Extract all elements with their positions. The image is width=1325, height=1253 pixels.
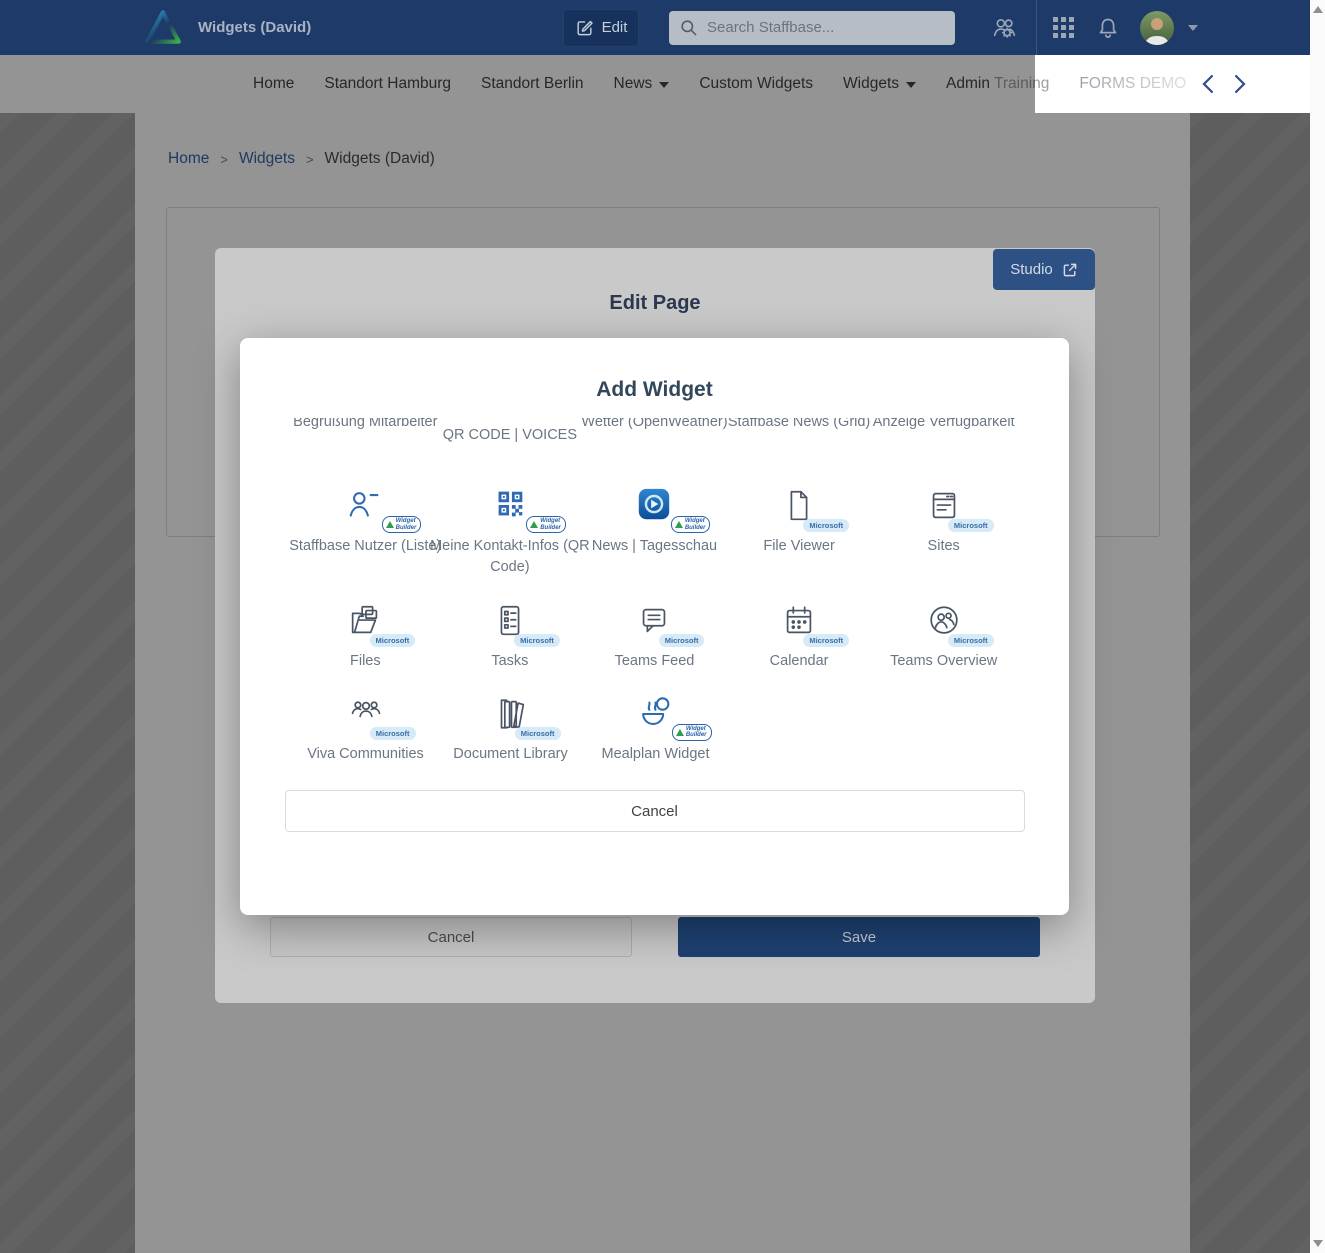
widget-item-viva-communities[interactable]: MicrosoftViva Communities xyxy=(293,694,438,765)
microsoft-badge: Microsoft xyxy=(370,727,416,740)
widget-item-document-library[interactable]: MicrosoftDocument Library xyxy=(438,694,583,765)
microsoft-badge: Microsoft xyxy=(514,634,560,647)
notifications-bell-icon[interactable] xyxy=(1096,16,1120,40)
document-library-icon: Microsoft xyxy=(473,694,549,742)
microsoft-badge: Microsoft xyxy=(659,634,705,647)
widget-label: Staffbase News (Grid) xyxy=(718,418,881,433)
widget-label: Files xyxy=(284,651,447,672)
staffbase-logo-icon xyxy=(140,7,186,49)
widget-item-calendar[interactable]: MicrosoftCalendar xyxy=(727,601,872,672)
add-widget-cancel-button[interactable]: Cancel xyxy=(285,790,1025,832)
widget-label: Anzeige Verfügbarkeit xyxy=(862,418,1016,433)
clipped-widget-row: WidgetBuilderBegrüßung MitarbeiterWidget… xyxy=(293,418,1016,458)
avatar[interactable] xyxy=(1140,11,1174,45)
edit-page-cancel-button[interactable]: Cancel xyxy=(270,917,632,957)
caret-down-icon[interactable] xyxy=(1188,25,1198,31)
qr-code-icon: WidgetBuilder xyxy=(472,486,548,534)
widget-item-tagesschau[interactable]: WidgetBuilderNews | Tagesschau xyxy=(582,486,727,577)
screen: Home>Widgets>Widgets (David) Widgets (Da… xyxy=(0,0,1325,1253)
mealplan-icon: WidgetBuilder xyxy=(618,694,694,742)
microsoft-badge: Microsoft xyxy=(948,634,994,647)
pencil-square-icon xyxy=(575,18,594,37)
search-input[interactable] xyxy=(707,19,937,36)
external-link-icon xyxy=(1062,262,1078,278)
widget-label: News | Tagesschau xyxy=(573,536,736,557)
widget-item-qr-code[interactable]: WidgetBuilderMeine Kontakt-Infos (QR Cod… xyxy=(438,486,583,577)
widget-label: Wetter (OpenWeather) xyxy=(573,418,736,433)
widget-builder-badge: WidgetBuilder xyxy=(526,516,566,533)
widget-label: Viva Communities xyxy=(284,744,447,765)
microsoft-badge: Microsoft xyxy=(370,634,416,647)
teams-feed-icon: Microsoft xyxy=(616,601,692,649)
calendar-icon: Microsoft xyxy=(761,601,837,649)
search-icon xyxy=(679,18,698,37)
widget-label: QR CODE | VOICES xyxy=(429,418,592,446)
widget-label: Document Library xyxy=(429,744,592,765)
widget-label: File Viewer xyxy=(718,536,881,557)
microsoft-badge: Microsoft xyxy=(803,634,849,647)
edit-button[interactable]: Edit xyxy=(563,9,639,47)
widget-item-teams-feed[interactable]: MicrosoftTeams Feed xyxy=(582,601,727,672)
tagesschau-icon: WidgetBuilder xyxy=(616,486,692,534)
files-icon: Microsoft xyxy=(327,601,403,649)
nav-item-forms-demo[interactable]: FORMS DEMO xyxy=(1079,75,1186,93)
widget-item-files[interactable]: MicrosoftFiles xyxy=(293,601,438,672)
widget-builder-badge: WidgetBuilder xyxy=(382,516,422,533)
widget-label: Calendar xyxy=(718,651,881,672)
widget-item-news-grid[interactable]: WidgetBuilderStaffbase News (Grid) xyxy=(727,418,872,446)
widget-item-file-viewer[interactable]: MicrosoftFile Viewer xyxy=(727,486,872,577)
microsoft-badge: Microsoft xyxy=(803,519,849,532)
teams-overview-icon: Microsoft xyxy=(906,601,982,649)
nav-prev-icon[interactable] xyxy=(1200,73,1217,95)
widget-item-welcome[interactable]: WidgetBuilderBegrüßung Mitarbeiter xyxy=(293,418,438,446)
widget-item-tasks[interactable]: MicrosoftTasks xyxy=(438,601,583,672)
widget-label: Sites xyxy=(862,536,1025,557)
tasks-icon: Microsoft xyxy=(472,601,548,649)
search-bar[interactable] xyxy=(669,11,955,45)
widget-item-teams-overview[interactable]: MicrosoftTeams Overview xyxy=(871,601,1016,672)
user-list-icon: WidgetBuilder xyxy=(327,486,403,534)
widget-label: Mealplan Widget xyxy=(574,744,737,765)
widget-builder-badge: WidgetBuilder xyxy=(672,724,712,741)
widget-label: Teams Overview xyxy=(862,651,1025,672)
widget-item-sites[interactable]: MicrosoftSites xyxy=(871,486,1016,577)
navbar-divider xyxy=(1036,0,1037,55)
widget-label: Begrüßung Mitarbeiter xyxy=(293,418,447,433)
widget-builder-badge: WidgetBuilder xyxy=(671,516,711,533)
edit-page-save-button[interactable]: Save xyxy=(678,917,1040,957)
widget-builder-triangle-icon xyxy=(675,521,683,528)
studio-button[interactable]: Studio xyxy=(993,249,1095,290)
overlay-dim xyxy=(0,55,1035,113)
app-title: Widgets (David) xyxy=(198,19,311,36)
edit-page-title: Edit Page xyxy=(215,292,1095,315)
microsoft-badge: Microsoft xyxy=(515,727,561,740)
sites-icon: Microsoft xyxy=(906,486,982,534)
widget-label: Teams Feed xyxy=(573,651,736,672)
microsoft-badge: Microsoft xyxy=(948,519,994,532)
widget-builder-triangle-icon xyxy=(530,521,538,528)
add-widget-title: Add Widget xyxy=(240,338,1069,402)
apps-grid-icon[interactable] xyxy=(1053,17,1074,38)
widget-item-weather[interactable]: WidgetBuilderWetter (OpenWeather) xyxy=(582,418,727,446)
scroll-down-icon[interactable] xyxy=(1313,1240,1323,1247)
widget-grid: WidgetBuilderBegrüßung MitarbeiterWidget… xyxy=(240,418,1069,764)
top-navbar: Widgets (David) Edit xyxy=(0,0,1310,55)
widget-label: Tasks xyxy=(429,651,592,672)
viva-communities-icon: Microsoft xyxy=(328,694,404,742)
widget-item-qr-voices[interactable]: WidgetBuilderQR CODE | VOICES xyxy=(438,418,583,446)
file-viewer-icon: Microsoft xyxy=(761,486,837,534)
widget-item-availability[interactable]: WidgetBuilderAnzeige Verfügbarkeit xyxy=(871,418,1016,446)
widget-builder-triangle-icon xyxy=(676,729,684,736)
widget-label: Staffbase Nutzer (Liste) xyxy=(284,536,447,557)
scroll-up-icon[interactable] xyxy=(1313,6,1323,13)
widget-builder-triangle-icon xyxy=(386,521,394,528)
scrollbar[interactable] xyxy=(1310,0,1325,1253)
add-widget-modal: Add Widget WidgetBuilderBegrüßung Mitarb… xyxy=(240,338,1069,915)
widget-item-mealplan[interactable]: WidgetBuilderMealplan Widget xyxy=(583,694,728,765)
widget-item-user-list[interactable]: WidgetBuilderStaffbase Nutzer (Liste) xyxy=(293,486,438,577)
widget-label: Meine Kontakt-Infos (QR Code) xyxy=(429,536,592,577)
nav-next-icon[interactable] xyxy=(1231,73,1248,95)
admin-users-icon[interactable] xyxy=(991,14,1018,41)
